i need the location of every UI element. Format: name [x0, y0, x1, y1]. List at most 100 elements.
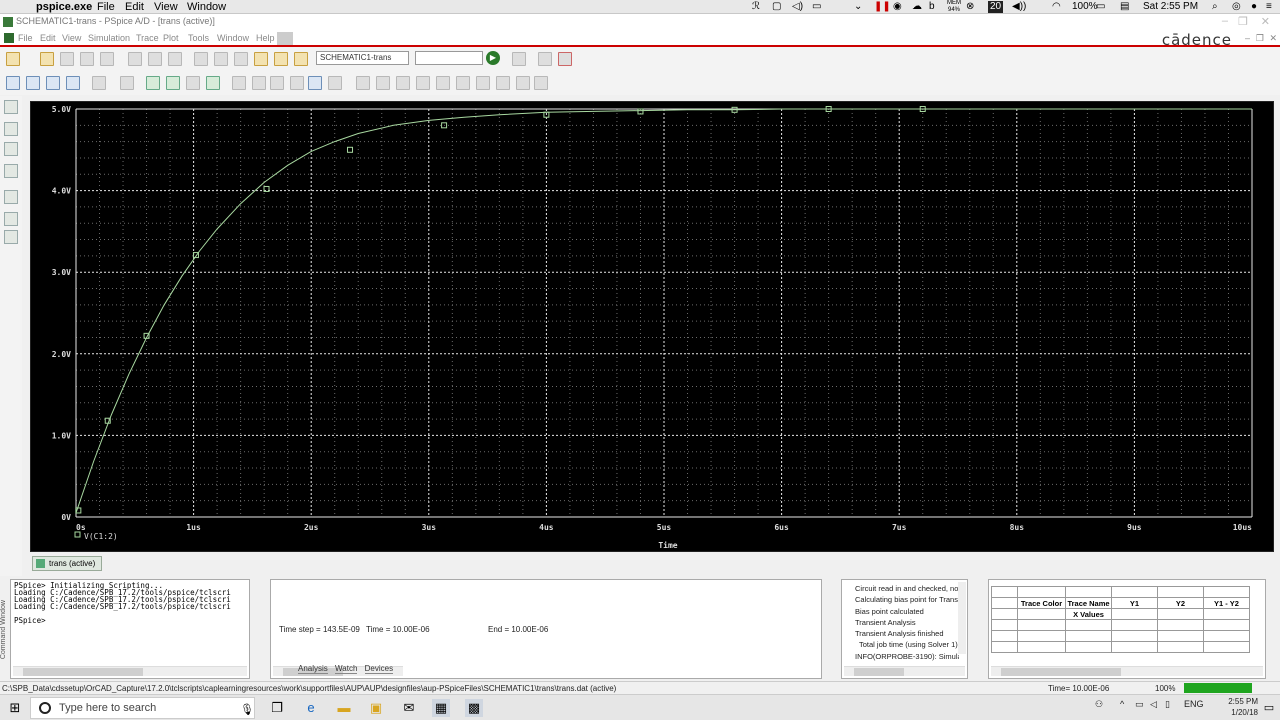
pspice-app-icon[interactable]: ▩	[465, 699, 483, 717]
app-menu[interactable]: pspice.exe	[36, 0, 92, 14]
mac-menu-file[interactable]: File	[97, 0, 115, 14]
cursor-tool-10-icon[interactable]	[534, 76, 548, 90]
menu-list-icon[interactable]: ≡	[1266, 0, 1272, 14]
siri-icon[interactable]: ◎	[1232, 0, 1241, 14]
chevron-down-icon[interactable]: ⌄	[854, 0, 862, 14]
cursor-tool-8-icon[interactable]	[496, 76, 510, 90]
print-icon[interactable]	[100, 52, 114, 66]
log-icon[interactable]	[120, 76, 134, 90]
stop-sim-icon[interactable]	[558, 52, 572, 66]
mac-clock[interactable]: Sat 2:55 PM	[1143, 0, 1198, 14]
command-output[interactable]: PSpice> Initializing Scripting... Loadin…	[11, 580, 249, 626]
microphone-icon[interactable]: 🎙	[238, 701, 256, 719]
bluetooth-icon[interactable]: ℛ	[752, 0, 760, 14]
performance-icon[interactable]	[186, 76, 200, 90]
edge-icon[interactable]: e	[302, 699, 320, 717]
command-window[interactable]: PSpice> Initializing Scripting... Loadin…	[10, 579, 250, 679]
toolbar-icon-c[interactable]	[274, 52, 288, 66]
volume-icon[interactable]: ◁)	[792, 0, 803, 14]
side-icon-2[interactable]	[4, 122, 18, 136]
cursor-tool-1-icon[interactable]	[356, 76, 370, 90]
menu-trace[interactable]: Trace	[136, 33, 159, 43]
probe-plot-window[interactable]: 0s 1us 2us 3us 4us 5us 6us 7us 8us 9us 10us 0V 1.0V 2…	[30, 101, 1274, 552]
new-profile-icon[interactable]	[60, 52, 74, 66]
mdi-restore-icon[interactable]: ❐	[1256, 33, 1264, 44]
file-explorer-icon[interactable]: ▬	[335, 699, 353, 717]
side-icon-6[interactable]	[4, 212, 18, 226]
taskbar-search-box[interactable]: Type here to search	[30, 697, 255, 719]
power-icon[interactable]: ▯	[1165, 699, 1170, 710]
log-scrollbar[interactable]	[958, 582, 966, 654]
view-output-icon[interactable]	[512, 52, 526, 66]
toolbar-icon-a[interactable]	[234, 52, 248, 66]
speaker-icon[interactable]: ◀))	[1012, 0, 1026, 14]
table-icon[interactable]	[328, 76, 342, 90]
minimize-icon[interactable]: –	[1222, 15, 1228, 27]
cc-icon[interactable]: ⊗	[966, 0, 974, 14]
task-view-icon[interactable]: ❐	[268, 699, 286, 717]
speaker-tray-icon[interactable]: ◁	[1150, 699, 1157, 710]
record-icon[interactable]: ◉	[893, 0, 902, 14]
toolbar-icon-b[interactable]	[254, 52, 268, 66]
redo-icon[interactable]	[214, 52, 228, 66]
tab-analysis[interactable]: Analysis	[298, 664, 328, 674]
language-indicator[interactable]: ENG	[1184, 699, 1204, 709]
doc-icon[interactable]	[4, 33, 14, 43]
tab-trans-active[interactable]: trans (active)	[32, 556, 103, 571]
store-icon[interactable]: ▣	[367, 699, 385, 717]
mail-icon[interactable]: ✉	[400, 699, 418, 717]
wifi-icon[interactable]: ◠	[1052, 0, 1061, 14]
cursor-tool-4-icon[interactable]	[416, 76, 430, 90]
axis-settings-icon[interactable]	[92, 76, 106, 90]
menu-view[interactable]: View	[62, 33, 81, 43]
mdi-minimize-icon[interactable]: –	[1245, 33, 1250, 43]
mdi-close-icon[interactable]: ✕	[1269, 33, 1277, 44]
side-icon-3[interactable]	[4, 142, 18, 156]
text-label-icon[interactable]	[270, 76, 284, 90]
cursor-tool-2-icon[interactable]	[376, 76, 390, 90]
chevron-up-icon[interactable]: ^	[1120, 699, 1124, 709]
mark-icon[interactable]	[252, 76, 266, 90]
side-icon-4[interactable]	[4, 164, 18, 178]
toolbar-icon-d[interactable]	[294, 52, 308, 66]
menu-window[interactable]: Window	[217, 33, 249, 43]
cloud-icon[interactable]: ☁	[912, 0, 922, 14]
zoom-in-icon[interactable]	[6, 76, 20, 90]
probe-cursor-table-panel[interactable]: Trace Color Trace Name Y1 Y2 Y1 - Y2 X V…	[988, 579, 1266, 679]
curve-icon[interactable]	[290, 76, 304, 90]
menu-tools[interactable]: Tools	[188, 33, 209, 43]
close-icon[interactable]: ✕	[1261, 15, 1270, 28]
profile-field[interactable]: SCHEMATIC1-trans	[316, 51, 409, 65]
menu-simulation[interactable]: Simulation	[88, 33, 130, 43]
cursor-tool-3-icon[interactable]	[396, 76, 410, 90]
network-icon[interactable]: ▭	[1135, 699, 1144, 710]
open-icon[interactable]	[40, 52, 54, 66]
user-icon[interactable]: ●	[1251, 0, 1257, 14]
notifications-icon[interactable]: ▭	[1260, 699, 1278, 717]
undo-icon[interactable]	[194, 52, 208, 66]
log-h-scrollbar[interactable]	[844, 666, 965, 676]
cursor-tool-5-icon[interactable]	[436, 76, 450, 90]
paste-icon[interactable]	[168, 52, 182, 66]
cursor-icon[interactable]	[232, 76, 246, 90]
zoom-fit-icon[interactable]	[66, 76, 80, 90]
windows-start-icon[interactable]: ⊞	[6, 699, 24, 717]
menu-plot[interactable]: Plot	[163, 33, 179, 43]
cut-icon[interactable]	[128, 52, 142, 66]
pause-sim-icon[interactable]	[538, 52, 552, 66]
side-icon-5[interactable]	[4, 190, 18, 204]
side-icon-7[interactable]	[4, 230, 18, 244]
waveform-plot[interactable]: 0s 1us 2us 3us 4us 5us 6us 7us 8us 9us 10us 0V 1.0V 2…	[31, 102, 1273, 551]
copy-icon[interactable]	[148, 52, 162, 66]
tab-watch[interactable]: Watch	[335, 664, 358, 674]
profile-dropdown[interactable]	[415, 51, 483, 65]
new-icon[interactable]	[6, 52, 20, 66]
legend-label[interactable]: V(C1:2)	[84, 532, 118, 541]
search-icon[interactable]: ⌕	[1212, 0, 1218, 14]
probe-scrollbar[interactable]	[991, 666, 1263, 676]
command-scrollbar[interactable]	[13, 666, 247, 676]
display-icon[interactable]: ▭	[812, 0, 821, 14]
menu-help[interactable]: Help	[256, 33, 275, 43]
add-trace-icon[interactable]	[146, 76, 160, 90]
zoom-out-icon[interactable]	[26, 76, 40, 90]
